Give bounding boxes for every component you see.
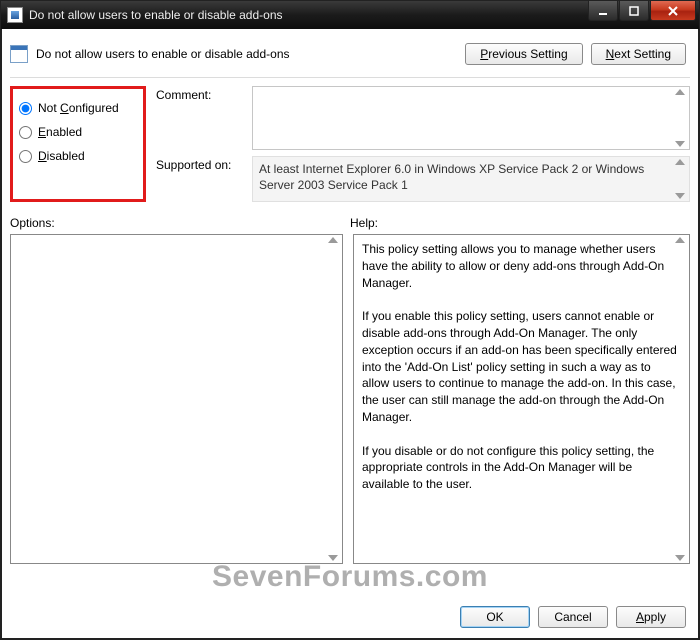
config-row: Not Configured Enabled Disabled Comment:… [10,86,690,202]
help-panel: This policy setting allows you to manage… [353,234,690,564]
comment-scrollbar[interactable] [673,89,687,147]
radio-enabled[interactable]: Enabled [19,125,137,139]
comment-field[interactable] [252,86,690,150]
radio-input-enabled[interactable] [19,126,32,139]
radio-input-not-configured[interactable] [19,102,32,115]
options-label: Options: [10,216,350,230]
scroll-down-icon[interactable] [675,141,685,147]
radio-not-configured[interactable]: Not Configured [19,101,137,115]
ok-button[interactable]: OK [460,606,530,628]
supported-on-field: At least Internet Explorer 6.0 in Window… [252,156,690,202]
comment-label: Comment: [156,86,246,102]
right-config: Comment: Supported on: At least Internet… [156,86,690,202]
next-setting-button[interactable]: Next Setting [591,43,686,65]
minimize-button[interactable] [588,1,618,21]
window-titlebar: Do not allow users to enable or disable … [1,1,699,29]
policy-icon [10,45,28,63]
window-controls [588,1,697,21]
scroll-up-icon[interactable] [675,159,685,165]
separator [10,77,690,78]
nav-buttons: Previous Setting Next Setting [465,43,686,65]
dialog-body: Do not allow users to enable or disable … [1,29,699,639]
supported-label: Supported on: [156,156,246,172]
dialog-button-bar: OK Cancel Apply [460,606,686,628]
help-label: Help: [350,216,690,230]
cancel-button[interactable]: Cancel [538,606,608,628]
scroll-down-icon[interactable] [328,555,338,561]
scroll-up-icon[interactable] [675,237,685,243]
radio-label-not-configured: Not Configured [38,101,119,115]
radio-label-disabled: Disabled [38,149,85,163]
apply-button[interactable]: Apply [616,606,686,628]
scroll-down-icon[interactable] [675,193,685,199]
header-row: Do not allow users to enable or disable … [10,35,690,73]
supported-scrollbar[interactable] [673,159,687,199]
state-radio-group: Not Configured Enabled Disabled [10,86,146,202]
scroll-up-icon[interactable] [675,89,685,95]
options-scrollbar[interactable] [326,237,340,561]
scroll-up-icon[interactable] [328,237,338,243]
supported-on-text: At least Internet Explorer 6.0 in Window… [259,162,644,192]
panel-labels: Options: Help: [10,216,690,230]
radio-input-disabled[interactable] [19,150,32,163]
radio-disabled[interactable]: Disabled [19,149,137,163]
maximize-button[interactable] [619,1,649,21]
app-icon [7,7,23,23]
panels-row: This policy setting allows you to manage… [10,234,690,564]
help-text: This policy setting allows you to manage… [362,241,681,493]
header-left: Do not allow users to enable or disable … [10,45,290,63]
options-panel [10,234,343,564]
close-button[interactable] [650,1,696,21]
help-scrollbar[interactable] [673,237,687,561]
policy-title: Do not allow users to enable or disable … [36,47,290,61]
window-title: Do not allow users to enable or disable … [29,8,283,22]
scroll-down-icon[interactable] [675,555,685,561]
previous-setting-button[interactable]: Previous Setting [465,43,582,65]
watermark: SevenForums.com [2,560,698,594]
radio-label-enabled: Enabled [38,125,82,139]
